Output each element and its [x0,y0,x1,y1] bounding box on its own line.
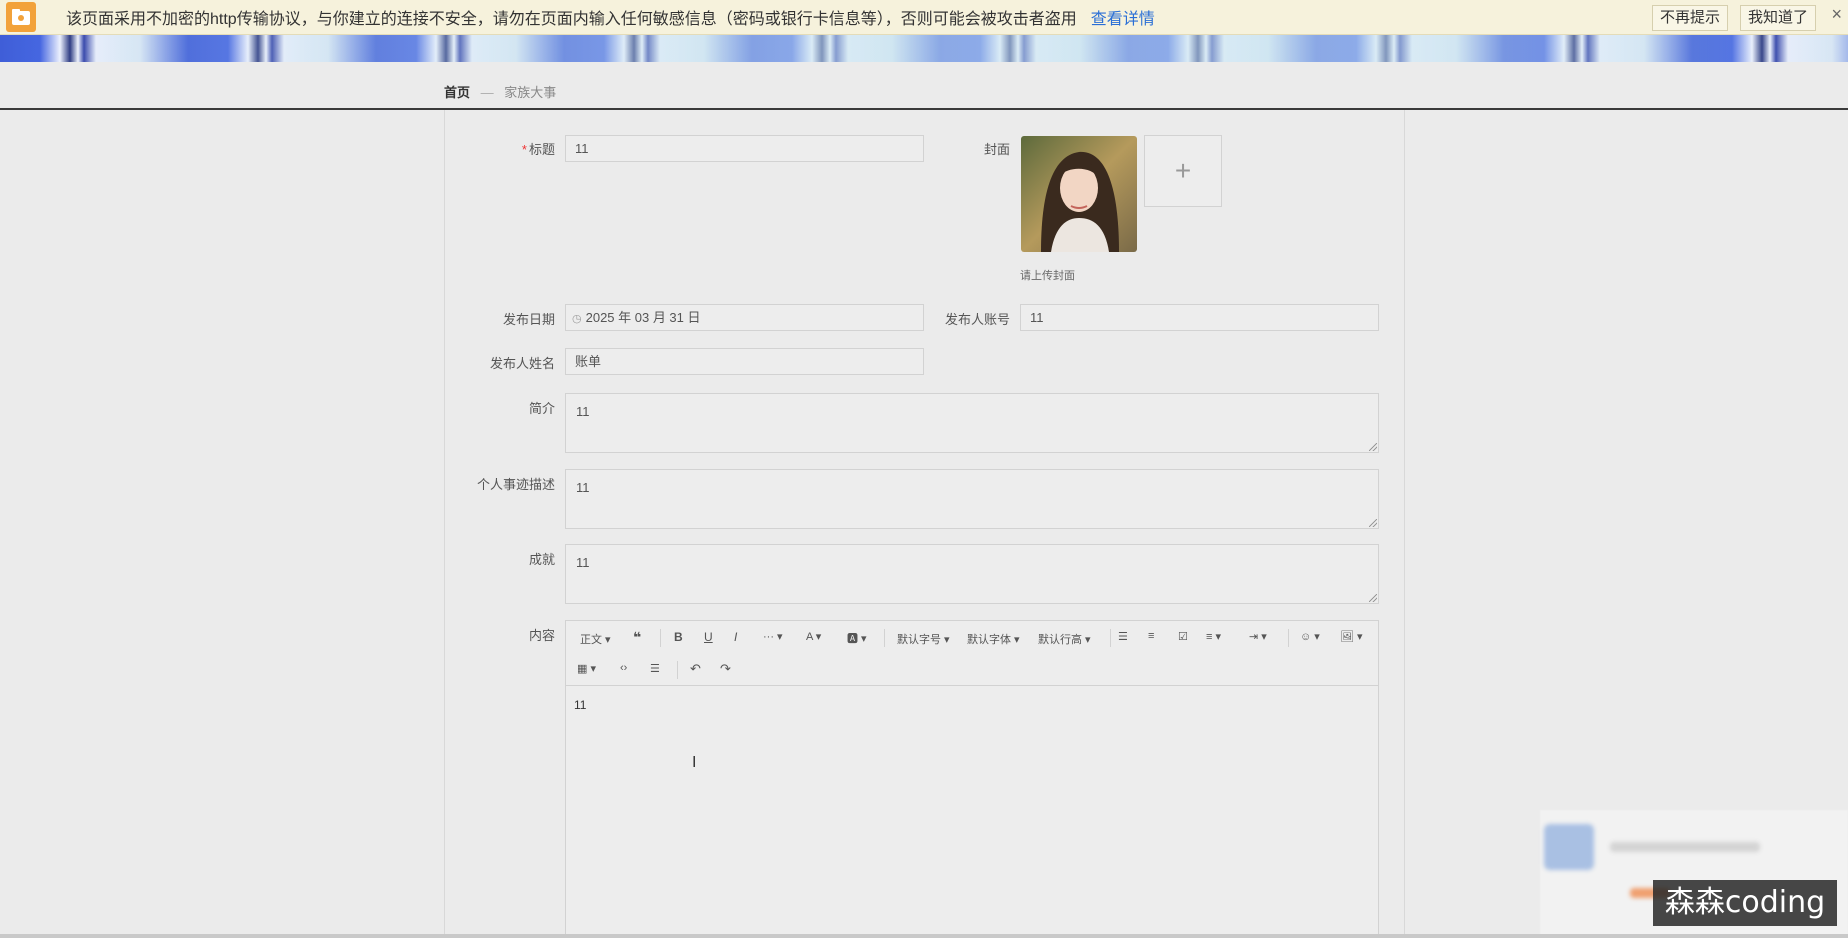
editor-text: 11 [574,698,587,712]
toolbar-divider [1288,629,1289,647]
clock-icon: ◷ [572,313,582,325]
paragraph-dropdown[interactable]: 正文 ▾ [580,631,611,647]
deeds-textarea[interactable]: 11 [565,469,1379,529]
bold-icon[interactable]: B [674,630,683,644]
divider-line-icon[interactable]: ☰ [650,662,660,675]
content-label: 内容 [528,628,555,643]
publisher-name-input[interactable]: 账单 [565,348,924,375]
resize-handle-icon[interactable] [1369,519,1377,527]
achievements-label: 成就 [528,552,555,567]
emoji-icon[interactable]: ☺ ▾ [1300,630,1320,643]
resize-handle-icon[interactable] [1369,443,1377,451]
title-input[interactable]: 11 [565,135,924,162]
security-warning-bar: 该页面采用不加密的http传输协议，与你建立的连接不安全，请勿在页面内输入任何敏… [0,0,1848,35]
editor-toolbar: 正文 ▾ ❝ B U I ··· ▾ A ▾ 🅰 ▾ 默认字号 ▾ 默认字体 ▾… [566,621,1378,686]
breadcrumb-separator: — [480,85,494,100]
numbered-list-icon[interactable]: ≡ [1148,630,1154,642]
resize-handle-icon[interactable] [1369,594,1377,602]
bulleted-list-icon[interactable]: ☰ [1118,630,1128,643]
cover-label: 封面 [983,142,1010,157]
text-cursor-icon: I [692,754,697,771]
undo-icon[interactable]: ↶ [690,661,701,677]
toolbar-divider [677,661,678,679]
code-icon[interactable]: ‹› [620,662,627,674]
background-color-icon[interactable]: 🅰 ▾ [847,630,867,646]
header-banner [0,35,1848,62]
toolbar-divider [660,629,661,647]
close-icon[interactable]: × [1831,4,1842,25]
redo-icon[interactable]: ↷ [720,661,731,677]
breadcrumb-home[interactable]: 首页 [444,85,470,100]
breadcrumb: 首页 — 家族大事 [444,82,556,101]
dont-remind-button[interactable]: 不再提示 [1652,5,1729,31]
warning-folder-icon [6,2,36,32]
deeds-label: 个人事迹描述 [476,477,555,492]
font-family-dropdown[interactable]: 默认字体 ▾ [967,631,1020,647]
editor-content-area[interactable]: 11 [566,686,1378,936]
achievements-textarea[interactable]: 11 [565,544,1379,604]
publisher-account-input[interactable]: 11 [1020,304,1379,331]
indent-icon[interactable]: ⇥ ▾ [1249,630,1267,643]
toolbar-divider [1110,629,1111,647]
got-it-button[interactable]: 我知道了 [1740,5,1817,31]
avatar [1544,824,1594,870]
quote-icon[interactable]: ❝ [633,629,641,646]
todo-list-icon[interactable]: ☑ [1178,630,1188,643]
image-icon[interactable]: 🖼 ▾ [1340,630,1363,643]
summary-label: 简介 [528,401,555,416]
table-icon[interactable]: ▦ ▾ [577,662,596,675]
taskbar-strip [0,934,1848,938]
toolbar-divider [884,629,885,647]
title-label: * 标题 [521,142,555,157]
italic-icon[interactable]: I [734,630,737,644]
publisher-account-label: 发布人账号 [944,312,1010,327]
view-details-link[interactable]: 查看详情 [1091,5,1155,29]
align-icon[interactable]: ≡ ▾ [1206,630,1221,643]
blurred-text [1610,842,1760,852]
warning-message: 该页面采用不加密的http传输协议，与你建立的连接不安全，请勿在页面内输入任何敏… [66,11,1077,28]
publish-date-input[interactable]: ◷ 2025 年 03 月 31 日 [565,304,924,331]
more-style-icon[interactable]: ··· ▾ [763,630,783,643]
line-height-dropdown[interactable]: 默认行高 ▾ [1038,631,1091,647]
watermark: 森森coding [1653,880,1837,926]
font-color-icon[interactable]: A ▾ [806,630,821,643]
rich-text-editor: 正文 ▾ ❝ B U I ··· ▾ A ▾ 🅰 ▾ 默认字号 ▾ 默认字体 ▾… [565,620,1379,938]
cover-hint: 请上传封面 [1020,270,1075,282]
publish-date-label: 发布日期 [502,312,555,327]
breadcrumb-current: 家族大事 [504,85,557,100]
cover-image[interactable] [1021,136,1137,252]
underline-icon[interactable]: U [704,630,713,644]
summary-textarea[interactable]: 11 [565,393,1379,453]
cover-upload-button[interactable]: + [1144,135,1222,207]
font-size-dropdown[interactable]: 默认字号 ▾ [897,631,950,647]
publisher-name-label: 发布人姓名 [489,356,555,371]
